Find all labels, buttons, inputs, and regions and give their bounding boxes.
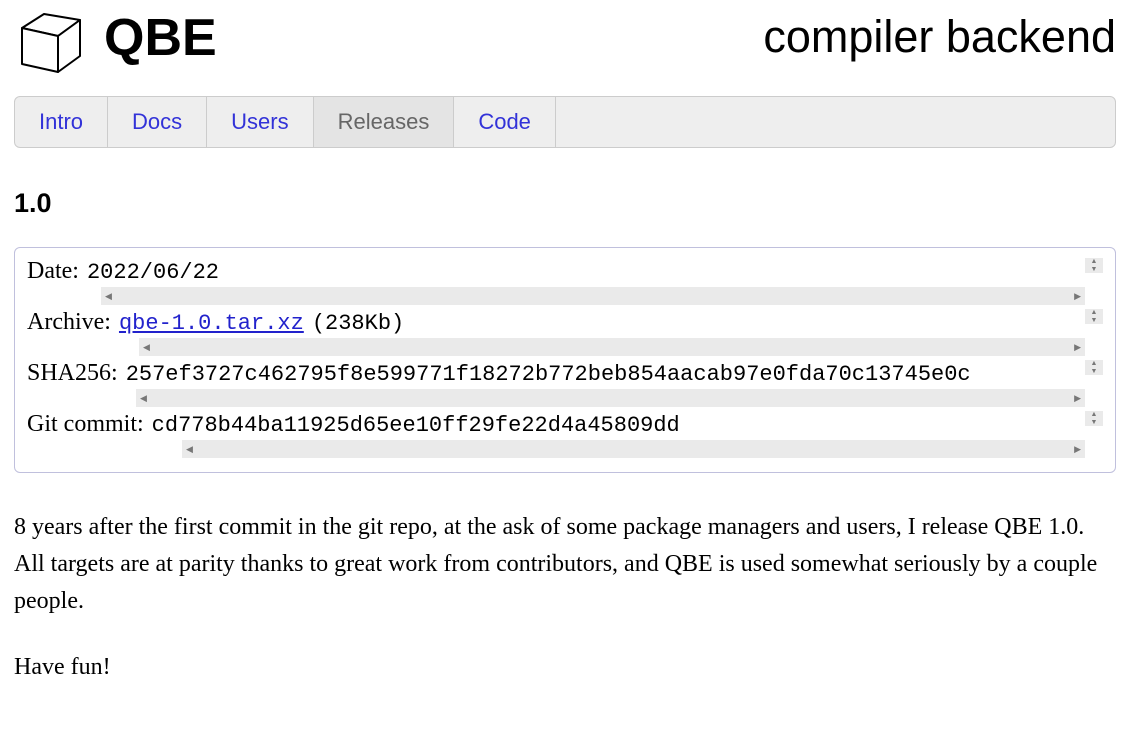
vscrollbar[interactable]: ▲ ▼ xyxy=(1085,258,1103,273)
paragraph-2: Have fun! xyxy=(14,649,1116,686)
scroll-indent xyxy=(27,389,136,407)
triangle-up-icon: ▲ xyxy=(1091,258,1098,265)
triangle-right-icon: ▶ xyxy=(1074,444,1081,455)
sha-value: 257ef3727c462795f8e599771f18272b772beb85… xyxy=(126,362,971,387)
nav-bar: Intro Docs Users Releases Code xyxy=(14,96,1116,148)
triangle-right-icon: ▶ xyxy=(1074,393,1081,404)
sha-label: SHA256: xyxy=(27,360,118,387)
triangle-left-icon: ◀ xyxy=(143,342,150,353)
version-heading: 1.0 xyxy=(14,188,1116,219)
scroll-indent xyxy=(27,440,182,458)
cube-logo-icon xyxy=(14,10,86,76)
triangle-right-icon: ▶ xyxy=(1074,342,1081,353)
hscrollbar[interactable]: ◀ ▶ xyxy=(136,389,1085,407)
nav-releases[interactable]: Releases xyxy=(314,97,455,147)
archive-link[interactable]: qbe-1.0.tar.xz xyxy=(119,311,304,336)
triangle-up-icon: ▲ xyxy=(1091,360,1098,367)
content: 1.0 Date: 2022/06/22 ◀ ▶ xyxy=(0,188,1130,686)
archive-size: (238Kb) xyxy=(312,311,404,336)
nav-docs[interactable]: Docs xyxy=(108,97,207,147)
triangle-down-icon: ▼ xyxy=(1091,368,1098,375)
date-label: Date: xyxy=(27,258,79,285)
date-value: 2022/06/22 xyxy=(87,260,219,285)
triangle-left-icon: ◀ xyxy=(186,444,193,455)
field-archive: Archive: qbe-1.0.tar.xz (238Kb) ◀ ▶ ▲ xyxy=(27,309,1103,356)
triangle-down-icon: ▼ xyxy=(1091,266,1098,273)
git-value: cd778b44ba11925d65ee10ff29fe22d4a45809dd xyxy=(152,413,680,438)
header-left: QBE xyxy=(14,10,217,76)
triangle-down-icon: ▼ xyxy=(1091,419,1098,426)
triangle-left-icon: ◀ xyxy=(105,291,112,302)
triangle-left-icon: ◀ xyxy=(140,393,147,404)
release-box: Date: 2022/06/22 ◀ ▶ ▲ ▼ xyxy=(14,247,1116,473)
field-sha: SHA256: 257ef3727c462795f8e599771f18272b… xyxy=(27,360,1103,407)
hscrollbar[interactable]: ◀ ▶ xyxy=(182,440,1085,458)
triangle-down-icon: ▼ xyxy=(1091,317,1098,324)
triangle-right-icon: ▶ xyxy=(1074,291,1081,302)
archive-label: Archive: xyxy=(27,309,111,336)
site-title: QBE xyxy=(104,12,217,64)
hscrollbar[interactable]: ◀ ▶ xyxy=(101,287,1085,305)
nav-intro[interactable]: Intro xyxy=(15,97,108,147)
nav-users[interactable]: Users xyxy=(207,97,313,147)
field-git: Git commit: cd778b44ba11925d65ee10ff29fe… xyxy=(27,411,1103,458)
vscrollbar[interactable]: ▲ ▼ xyxy=(1085,411,1103,426)
triangle-up-icon: ▲ xyxy=(1091,309,1098,316)
nav-code[interactable]: Code xyxy=(454,97,556,147)
paragraph-1: 8 years after the first commit in the gi… xyxy=(14,509,1116,621)
scroll-indent xyxy=(27,287,101,305)
site-subtitle: compiler backend xyxy=(763,14,1116,59)
scroll-indent xyxy=(27,338,139,356)
vscrollbar[interactable]: ▲ ▼ xyxy=(1085,360,1103,375)
hscrollbar[interactable]: ◀ ▶ xyxy=(139,338,1085,356)
release-notes: 8 years after the first commit in the gi… xyxy=(14,509,1116,686)
git-label: Git commit: xyxy=(27,411,144,438)
field-date: Date: 2022/06/22 ◀ ▶ ▲ ▼ xyxy=(27,258,1103,305)
header: QBE compiler backend xyxy=(0,0,1130,96)
triangle-up-icon: ▲ xyxy=(1091,411,1098,418)
vscrollbar[interactable]: ▲ ▼ xyxy=(1085,309,1103,324)
